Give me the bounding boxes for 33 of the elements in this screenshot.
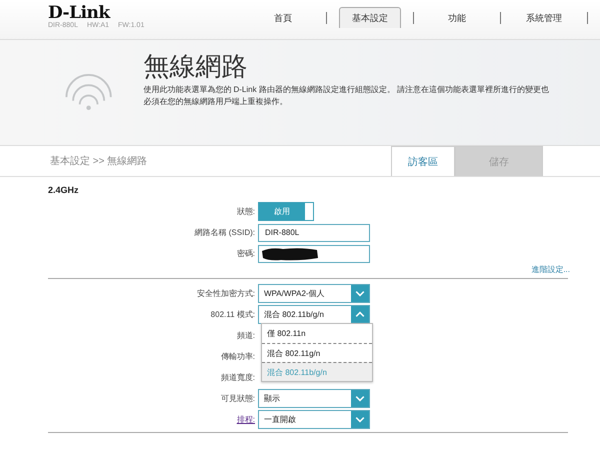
guest-zone-button[interactable]: 訪客區 [391,146,455,176]
field-label: 網路名稱 (SSID): [194,227,256,238]
caret-icon [351,411,369,428]
schedule-link[interactable]: 排程: [48,414,258,425]
advanced-settings-link[interactable]: 進階設定... [531,264,570,276]
field-label: 802.11 模式: [210,309,256,320]
dropdown-select[interactable]: WPA/WPA2-個人 [258,284,370,303]
redaction-mark [261,246,319,260]
password-field[interactable] [258,244,370,262]
caret-icon [351,390,369,407]
ssid-field[interactable]: DIR-880L [258,224,370,242]
breadcrumb: 基本設定 >> 無線網路 [50,154,148,168]
nav-tab[interactable]: 基本設定 [339,7,401,28]
dropdown-select[interactable]: 顯示 [258,389,370,408]
nav-tab[interactable]: 首頁 [252,7,314,28]
nav-tab[interactable]: 系統管理 [513,7,575,28]
dropdown-option[interactable]: 混合 802.11g/n [262,343,372,362]
field-label: 狀態: [236,206,256,217]
field-label: 可見狀態: [220,393,256,404]
dropdown-option[interactable]: 僅 802.11n [262,324,372,343]
caret-icon [351,285,369,302]
dropdown-select[interactable]: 一直開啟 [258,410,370,429]
field-label: 頻道寬度: [220,372,256,383]
field-label: 密碼: [236,248,256,259]
page-title: 無線網路 [143,50,248,82]
field-label: 安全性加密方式: [196,288,256,299]
field-label: 頻道: [236,330,256,341]
section-heading: 2.4GHz [48,185,80,195]
nav-tab[interactable]: 功能 [426,7,488,28]
logo: D-Link [48,4,112,22]
field-label: 傳輸功率: [220,351,256,362]
dropdown-select[interactable]: 混合 802.11b/g/n [258,305,370,324]
page-description: 使用此功能表選單為您的 D-Link 路由器的無線網路設定進行組態設定。 請注意在這個功能表選單裡所進行的變更也必須在您的無線網路用戶端上重複操作。 [143,84,550,108]
